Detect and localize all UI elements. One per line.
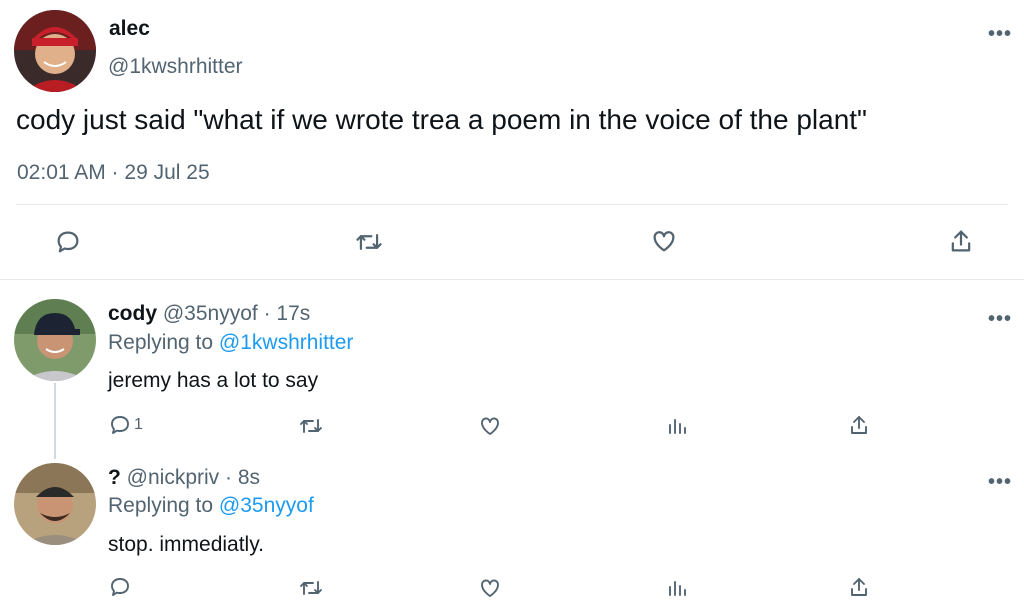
divider xyxy=(0,279,1024,280)
like-icon[interactable] xyxy=(477,413,503,439)
retweet-icon[interactable] xyxy=(353,227,385,257)
replying-to: Replying to @35nyyof xyxy=(108,494,314,518)
retweet-icon[interactable] xyxy=(297,413,325,439)
reply-button[interactable] xyxy=(108,574,134,600)
reply-button[interactable]: 1 xyxy=(108,412,143,438)
reply-text: jeremy has a lot to say xyxy=(108,369,319,392)
share-icon[interactable] xyxy=(946,226,976,256)
handle[interactable]: @nickpriv xyxy=(127,466,220,489)
display-name[interactable]: ? xyxy=(108,466,121,489)
avatar[interactable] xyxy=(14,299,96,381)
reply-icon xyxy=(108,575,132,599)
tweet-text: cody just said "what if we wrote trea a … xyxy=(16,104,867,135)
replying-to-link[interactable]: @35nyyof xyxy=(219,494,314,517)
divider xyxy=(16,204,1008,205)
display-name[interactable]: cody xyxy=(108,302,157,325)
share-icon[interactable] xyxy=(846,412,872,438)
reply-icon xyxy=(108,413,132,437)
replying-to-link[interactable]: @1kwshrhitter xyxy=(219,331,354,354)
reply-icon[interactable] xyxy=(53,227,83,257)
display-name[interactable]: alec xyxy=(109,17,150,41)
timestamp[interactable]: 02:01 AM · 29 Jul 25 xyxy=(17,161,210,185)
separator: · xyxy=(263,302,271,325)
time[interactable]: 8s xyxy=(238,466,260,489)
like-icon[interactable] xyxy=(477,575,503,601)
replying-label: Replying to xyxy=(108,331,214,354)
handle[interactable]: @35nyyof xyxy=(163,302,258,325)
time[interactable]: 17s xyxy=(276,302,310,325)
reply-count: 1 xyxy=(134,416,143,433)
reply-header: ? @nickpriv · 8s xyxy=(108,466,260,490)
reply-text: stop. immediatly. xyxy=(108,533,264,556)
more-options-icon[interactable]: ••• xyxy=(988,309,1012,329)
analytics-icon[interactable] xyxy=(664,575,690,601)
handle[interactable]: @1kwshrhitter xyxy=(108,55,243,79)
replying-label: Replying to xyxy=(108,494,214,517)
separator: · xyxy=(225,466,233,489)
retweet-icon[interactable] xyxy=(297,575,325,601)
replying-to: Replying to @1kwshrhitter xyxy=(108,331,353,355)
like-icon[interactable] xyxy=(649,226,679,256)
share-icon[interactable] xyxy=(846,574,872,600)
more-options-icon[interactable]: ••• xyxy=(988,472,1012,492)
avatar[interactable] xyxy=(14,463,96,545)
reply-header: cody @35nyyof · 17s xyxy=(108,302,310,326)
thread-line xyxy=(54,383,56,459)
more-options-icon[interactable]: ••• xyxy=(988,24,1012,44)
avatar[interactable] xyxy=(14,10,96,92)
analytics-icon[interactable] xyxy=(664,413,690,439)
